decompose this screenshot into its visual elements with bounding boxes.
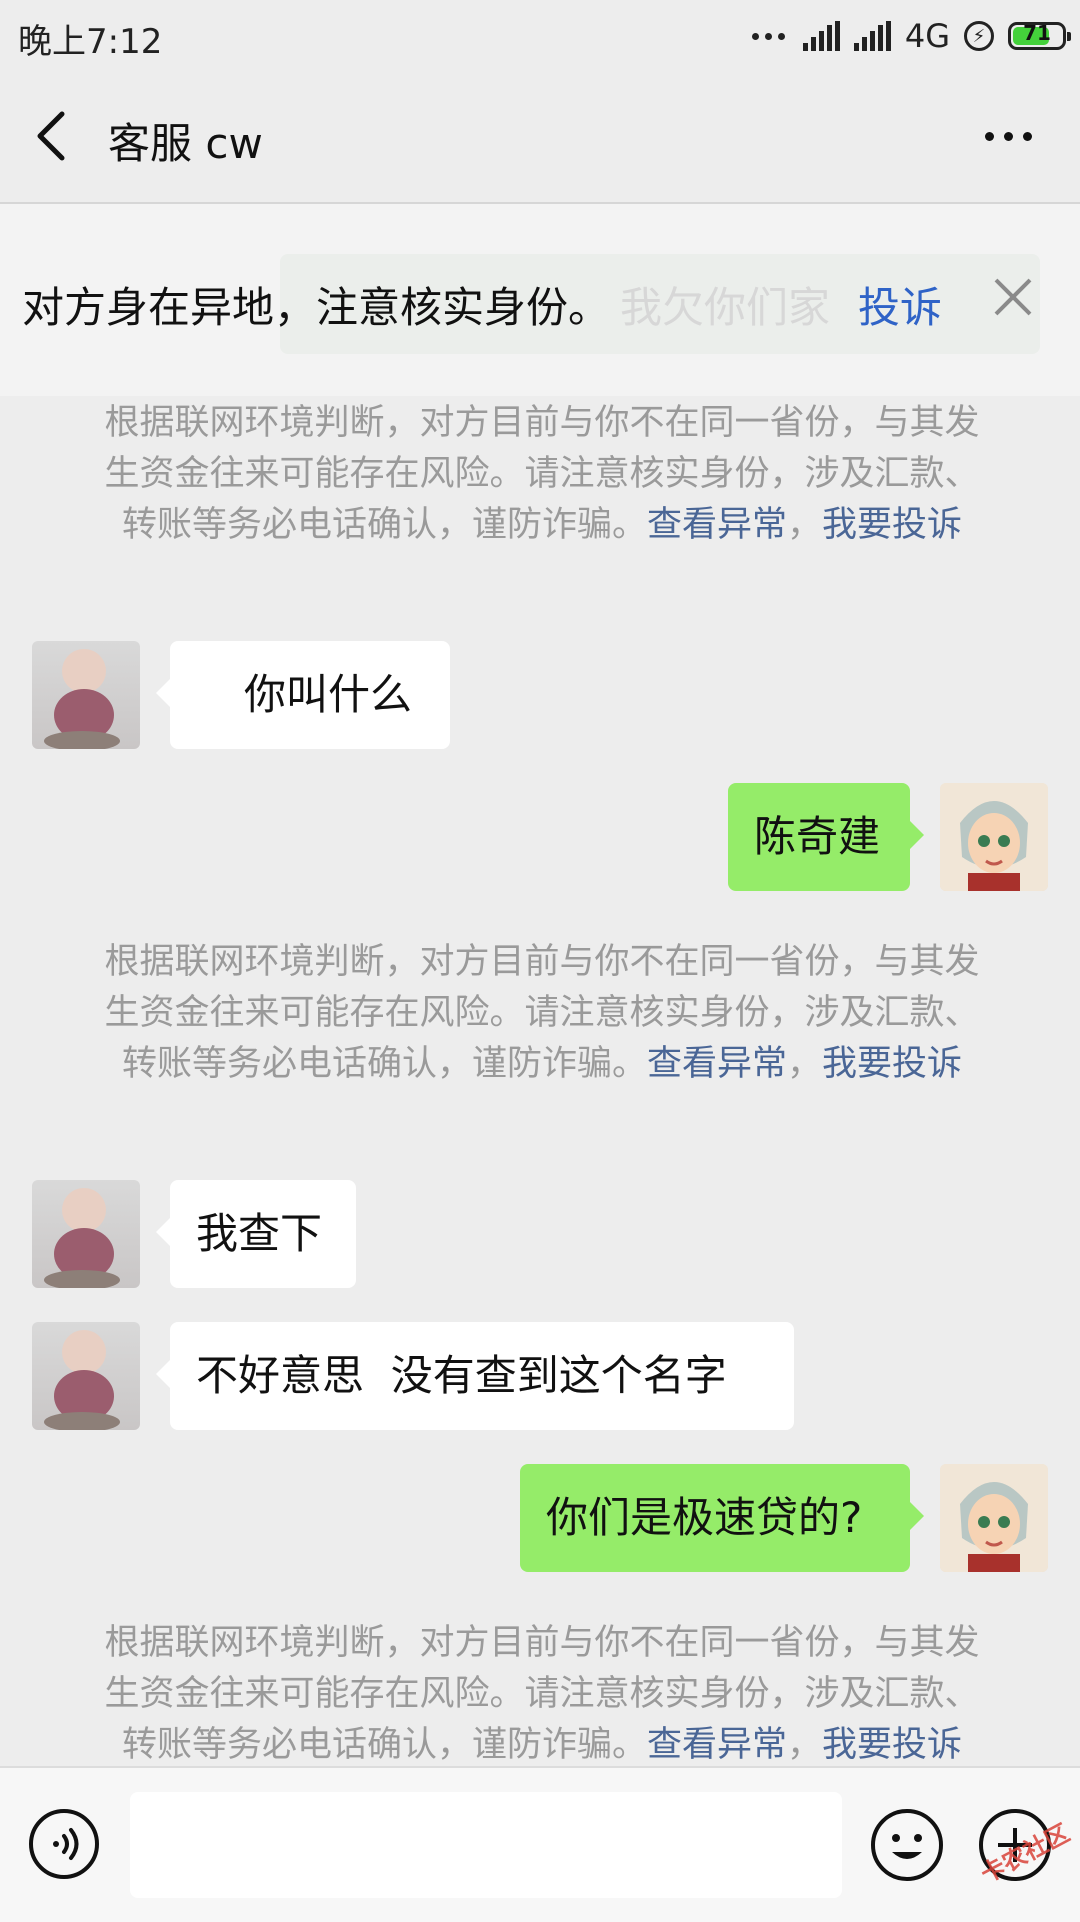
charging-icon: ⚡ [964,21,994,51]
status-bar: 晚上7:12 4G ⚡ 71 [0,0,1080,76]
location-warning-banner: 我欠你们家 对方身在异地，注意核实身份。 投诉 [0,204,1080,396]
contact-avatar[interactable] [32,1322,140,1430]
my-avatar[interactable] [940,1464,1048,1572]
message-bubble-outgoing[interactable]: 陈奇建 [728,783,924,891]
system-notice: 根据联网环境判断，对方目前与你不在同一省份，与其发生资金往来可能存在风险。请注意… [104,942,980,1084]
more-icon[interactable] [985,132,1032,141]
emoji-icon[interactable] [870,1808,944,1882]
view-anomaly-link[interactable]: 查看异常 [647,1725,787,1765]
status-indicators: 4G ⚡ 71 [751,14,1071,58]
banner-text: 对方身在异地，注意核实身份。 [22,283,611,332]
notification-dots-icon [751,32,785,40]
battery-level: 71 [1023,21,1051,45]
view-anomaly-link[interactable]: 查看异常 [647,1044,787,1084]
my-avatar[interactable] [940,783,1048,891]
message-bubble-incoming[interactable]: 我查下 [156,1180,356,1288]
underlying-message-text: 我欠你们家 [620,283,831,332]
view-anomaly-link[interactable]: 查看异常 [647,505,787,545]
report-link[interactable]: 我要投诉 [822,505,962,545]
chat-title: 客服 cw [108,119,263,168]
voice-icon[interactable] [28,1808,100,1880]
signal-icon [802,21,840,51]
report-link[interactable]: 我要投诉 [822,1725,962,1765]
signal-icon-2 [853,21,891,51]
contact-avatar[interactable] [32,1180,140,1288]
contact-avatar[interactable] [32,641,140,749]
report-link[interactable]: 我要投诉 [822,1044,962,1084]
back-arrow-icon[interactable] [30,106,80,166]
chat-header: 客服 cw [0,76,1080,204]
banner-report-link[interactable]: 投诉 [858,274,942,335]
system-notice: 根据联网环境判断，对方目前与你不在同一省份，与其发生资金往来可能存在风险。请注意… [104,403,980,545]
close-icon[interactable] [990,274,1036,320]
system-notice: 根据联网环境判断，对方目前与你不在同一省份，与其发生资金往来可能存在风险。请注意… [104,1623,980,1765]
message-bubble-incoming[interactable]: 不好意思 没有查到这个名字 [156,1322,794,1430]
message-input[interactable] [130,1792,842,1898]
status-time: 晚上7:12 [18,22,163,62]
message-bubble-outgoing[interactable]: 你们是极速贷的? [520,1464,924,1572]
message-bubble-incoming[interactable]: 你叫什么 [156,641,450,749]
input-bar [0,1766,1080,1922]
battery-icon: 71 [1008,21,1071,50]
network-type: 4G [904,17,950,55]
